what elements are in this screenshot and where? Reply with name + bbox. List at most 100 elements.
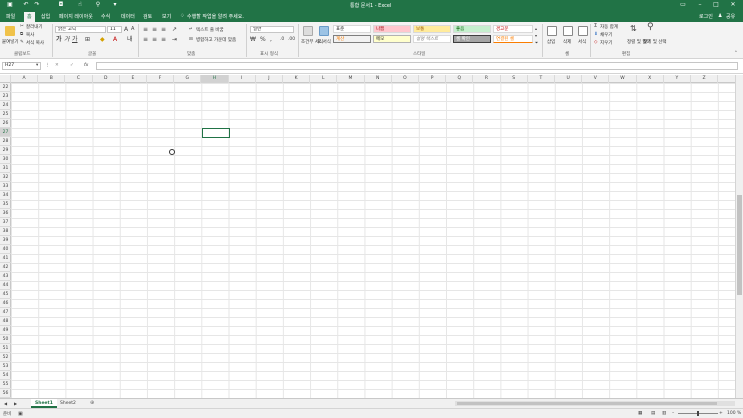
maximize-icon[interactable]: □ [712,1,720,9]
font-color-icon[interactable]: A [113,36,117,43]
delete-cells-icon[interactable] [563,26,573,36]
sheet-tab-1[interactable]: Sheet1 [31,399,57,408]
style-neutral[interactable]: 보통 [413,25,451,33]
merge-center-button[interactable]: 병합하고 가운데 맞춤 [196,37,236,43]
style-normal[interactable]: 표준 [333,25,371,33]
row-header[interactable]: 23 [0,92,11,101]
font-size-select[interactable]: 11 [107,26,122,33]
column-header[interactable]: G [174,75,202,83]
tab-insert[interactable]: 삽입 [41,13,50,20]
row-header[interactable]: 48 [0,317,11,326]
delete-cells-button[interactable]: 삭제 [563,39,571,45]
row-header[interactable]: 47 [0,308,11,317]
phonetic-icon[interactable]: 내 [127,36,133,43]
conditional-format-icon[interactable] [303,26,313,36]
row-header[interactable]: 43 [0,272,11,281]
find-select-button[interactable]: 찾기 및 선택 [643,39,667,45]
column-header[interactable]: M [337,75,365,83]
tell-me-box[interactable]: 수행할 작업을 알려 주세요. [187,13,244,20]
align-left-icon[interactable]: ≡ [143,36,148,43]
select-all-corner[interactable] [0,75,11,83]
row-header[interactable]: 40 [0,245,11,254]
column-header[interactable]: P [419,75,447,83]
font-name-select[interactable]: 맑은 고딕 [55,26,106,33]
vertical-scroll-thumb[interactable] [737,195,742,295]
column-header[interactable]: B [38,75,66,83]
column-header[interactable]: W [609,75,637,83]
row-header[interactable]: 28 [0,137,11,146]
row-header[interactable]: 46 [0,299,11,308]
format-as-table-button[interactable]: 표 서식 [317,39,331,45]
column-header[interactable]: S [501,75,528,83]
macro-record-icon[interactable]: ▣ [18,411,23,417]
ribbon-options-icon[interactable]: ▭ [679,1,687,9]
align-center-icon[interactable]: ≡ [152,36,157,43]
styles-scroll-up-icon[interactable]: ▴ [535,25,537,32]
row-header[interactable]: 37 [0,218,11,227]
name-box-dropdown-icon[interactable]: ▾ [36,62,38,69]
column-header[interactable]: C [65,75,93,83]
align-right-icon[interactable]: ≡ [161,36,166,43]
format-painter-icon[interactable]: ✎ [20,39,24,46]
row-header[interactable]: 27 [0,128,11,137]
next-sheet-icon[interactable]: ▶ [14,400,17,407]
row-header[interactable]: 38 [0,227,11,236]
page-break-view-icon[interactable]: ▥ [662,411,666,416]
active-cell[interactable] [202,128,230,138]
formula-input[interactable] [96,62,738,70]
column-header[interactable]: D [93,75,120,83]
style-explanatory[interactable]: 설명 텍스트 [413,35,451,43]
column-header[interactable]: H [201,75,229,83]
tab-view[interactable]: 보기 [162,13,171,20]
share-button[interactable]: 공유 [726,13,735,20]
tab-home[interactable]: 홈 [24,12,35,22]
normal-view-icon[interactable]: ▦ [638,411,642,416]
row-header[interactable]: 25 [0,110,11,119]
column-header[interactable]: T [528,75,555,83]
underline-icon[interactable]: 가 [72,36,78,43]
customize-qat-icon[interactable]: ▾ [111,1,119,9]
styles-more-icon[interactable]: ⏷ [535,39,538,46]
format-cells-icon[interactable] [578,26,588,36]
currency-icon[interactable]: ₩ [250,36,256,43]
row-header[interactable]: 54 [0,371,11,380]
zoom-out-icon[interactable]: – [672,411,674,416]
align-middle-icon[interactable]: ≡ [152,26,157,33]
minimize-icon[interactable]: – [696,1,704,9]
copy-icon[interactable]: ⧉ [20,31,23,38]
tab-page-layout[interactable]: 페이지 레이아웃 [59,13,93,20]
clear-button[interactable]: 지우기 [600,40,612,46]
zoom-slider-thumb[interactable] [697,411,699,416]
decrease-decimal-icon[interactable]: .00 [288,36,295,43]
insert-function-icon[interactable]: fx [84,62,88,69]
paste-button[interactable]: 붙여넣기 [2,39,19,45]
cell-area[interactable] [11,83,735,398]
style-calculation[interactable]: 계산 [333,35,371,43]
style-bad[interactable]: 나쁨 [373,25,411,33]
percent-icon[interactable]: % [260,36,266,43]
row-header[interactable]: 42 [0,263,11,272]
prev-sheet-icon[interactable]: ◀ [4,400,7,407]
orientation-icon[interactable]: ↗ [172,26,177,33]
column-header[interactable]: R [473,75,501,83]
find-select-icon[interactable]: ⚲ [647,23,654,32]
vertical-scrollbar[interactable] [735,75,743,398]
enter-icon[interactable]: ✓ [70,62,74,69]
cut-button[interactable]: 잘라내기 [26,24,43,30]
bold-icon[interactable]: 가 [56,36,62,43]
row-header[interactable]: 35 [0,200,11,209]
row-header[interactable]: 32 [0,173,11,182]
indent-icon[interactable]: ⇥ [172,36,177,43]
tab-data[interactable]: 데이터 [121,13,135,20]
insert-cells-icon[interactable] [547,26,557,36]
undo-icon[interactable]: ↶ [22,1,30,9]
row-header[interactable]: 29 [0,146,11,155]
wrap-text-icon[interactable]: ↵ [189,26,193,33]
paste-icon[interactable] [5,26,15,36]
eraser-icon[interactable]: ◇ [594,39,597,46]
style-warning[interactable]: 경고문 [493,25,533,33]
cut-icon[interactable]: ✂ [20,23,24,30]
italic-icon[interactable]: 가 [64,36,70,43]
column-header[interactable]: E [120,75,147,83]
redo-icon[interactable]: ↷ [33,1,41,9]
